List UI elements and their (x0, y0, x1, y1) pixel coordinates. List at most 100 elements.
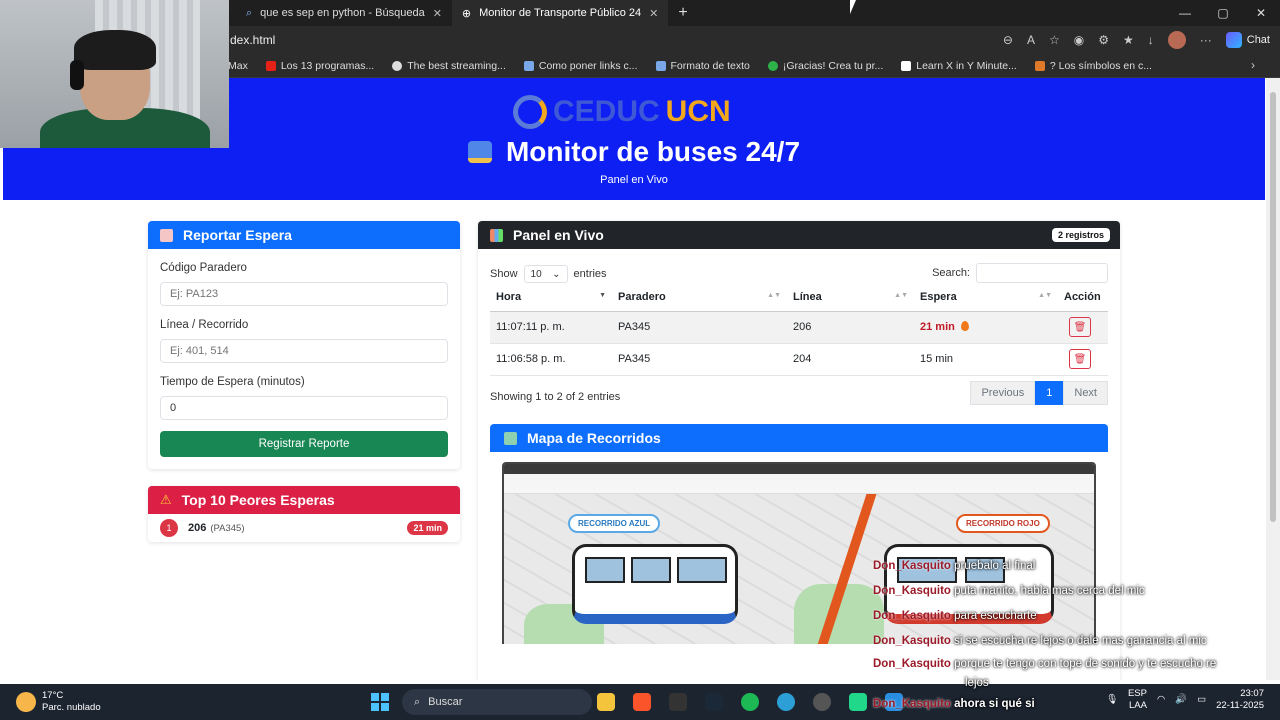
extension-icon[interactable]: ◉ (1074, 33, 1084, 47)
logo-ceduc: CEDUC (553, 95, 660, 128)
tab-search[interactable]: ⌕ que es sep en python - Búsqueda ✕ (236, 0, 452, 26)
chat-user: Don_Kasquito (873, 585, 951, 597)
profile-avatar[interactable] (1167, 31, 1186, 49)
column-header-hora[interactable]: Hora ▼ (490, 283, 612, 312)
sort-icon: ▲▼ (767, 292, 781, 299)
close-window-button[interactable]: ✕ (1242, 0, 1280, 26)
spotify-icon[interactable] (741, 693, 759, 711)
file-explorer-icon[interactable] (597, 693, 615, 711)
column-header-espera[interactable]: Espera ▲▼ (914, 283, 1058, 312)
previous-button[interactable]: Previous (970, 381, 1036, 405)
page-1-button[interactable]: 1 (1035, 381, 1064, 405)
bookmark-item[interactable]: Max (228, 60, 248, 72)
bus-window (677, 557, 727, 583)
favorites-icon[interactable]: ★ (1123, 33, 1134, 47)
submit-report-button[interactable]: Registrar Reporte (160, 431, 448, 457)
entries-label: entries (573, 268, 607, 280)
bookmark-item[interactable]: Learn X in Y Minute... (901, 60, 1017, 72)
bookmark-item[interactable]: ¡Gracias! Crea tu pr... (767, 60, 883, 72)
page-length-select[interactable]: 10 ⌄ (523, 265, 568, 283)
datatable-controls: Show 10 ⌄ entries Search: (490, 263, 1108, 283)
new-tab-button[interactable]: + (668, 4, 697, 22)
minimize-button[interactable]: — (1166, 0, 1204, 26)
obs-icon[interactable] (813, 693, 831, 711)
read-aloud-icon[interactable]: A (1027, 33, 1035, 47)
cell-accion: 🗑 (1058, 311, 1108, 344)
delete-button[interactable]: 🗑 (1069, 317, 1091, 337)
site-icon (767, 60, 778, 71)
line-input[interactable] (160, 339, 448, 363)
chat-user: Don_Kasquito (873, 635, 951, 647)
close-tab-icon[interactable]: ✕ (649, 7, 658, 20)
pycharm-icon[interactable] (849, 693, 867, 711)
table-header-row: Hora ▼ Paradero ▲▼ Línea ▲▼ Espera ▲▼ Acción (490, 283, 1108, 312)
site-icon (1034, 60, 1045, 71)
cell-paradero: PA345 (612, 311, 787, 344)
bookmark-item[interactable]: Como poner links c... (523, 60, 638, 72)
next-button[interactable]: Next (1063, 381, 1108, 405)
map-image-addressbar (504, 474, 1094, 494)
chat-text: si se escucha re lejos o dale mas gananc… (954, 635, 1207, 647)
top10-header: ⚠ Top 10 Peores Esperas (148, 486, 460, 514)
chat-message: Don_Kasquito puta manito, habla mas cerc… (873, 579, 1273, 604)
report-form: Código Paradero Línea / Recorrido Tiempo… (148, 262, 460, 457)
taskbar-search-label: Buscar (428, 696, 463, 708)
list-item: 1 206 (PA345) 21 min (148, 514, 460, 542)
bookmark-item[interactable]: Los 13 programas... (265, 60, 374, 72)
temperature: 17°C (42, 690, 64, 701)
stop-code-input[interactable] (160, 282, 448, 306)
maximize-button[interactable]: ▢ (1204, 0, 1242, 26)
scrollbar-thumb[interactable] (1270, 92, 1276, 522)
epic-games-icon[interactable] (669, 693, 687, 711)
column-header-linea[interactable]: Línea ▲▼ (787, 283, 914, 312)
search-icon: ⌕ (246, 6, 253, 19)
chat-message: Don_Kasquito ahora si qué si (873, 692, 1273, 717)
edge-icon[interactable] (777, 693, 795, 711)
bookmark-item[interactable]: The best streaming... (392, 60, 506, 72)
zoom-icon[interactable]: ⊖ (1003, 33, 1013, 47)
blue-bus-illustration (572, 544, 738, 624)
mouse-cursor-icon (850, 0, 856, 14)
table-info: Showing 1 to 2 of 2 entries (490, 391, 621, 403)
tab-monitor[interactable]: ⊕ Monitor de Transporte Público 24 ✕ (451, 0, 669, 26)
brave-icon[interactable] (633, 693, 651, 711)
cell-hora: 11:07:11 p. m. (490, 311, 612, 344)
close-tab-icon[interactable]: ✕ (433, 7, 442, 20)
bookmark-item[interactable]: Formato de texto (655, 60, 750, 72)
taskbar-search[interactable]: ⌕ Buscar (402, 689, 592, 715)
extensions-icon[interactable]: ⚙ (1098, 33, 1109, 47)
cell-espera: 21 min (914, 311, 1058, 344)
copilot-icon (1225, 32, 1242, 48)
url-field[interactable]: dex.html (230, 33, 275, 47)
wait-time-input[interactable] (160, 396, 448, 420)
bus-window (631, 557, 671, 583)
weather-text: 17°C Parc. nublado (42, 690, 101, 714)
more-icon[interactable]: ··· (1200, 33, 1212, 47)
search-input[interactable] (976, 263, 1108, 283)
chat-user: Don_Kasquito (873, 698, 951, 710)
chat-text: puta manito, habla mas cerca del mic (954, 585, 1145, 597)
bookmark-item[interactable]: ? Los símbolos en c... (1034, 60, 1152, 72)
chevron-right-icon[interactable]: › (1251, 58, 1255, 72)
bookmark-label: Max (228, 59, 248, 72)
chevron-down-icon: ⌄ (552, 268, 561, 280)
weather-condition: Parc. nublado (42, 702, 101, 713)
weather-widget[interactable]: 17°C Parc. nublado (16, 690, 101, 714)
windows-start-icon[interactable] (371, 693, 389, 711)
column-header-paradero[interactable]: Paradero ▲▼ (612, 283, 787, 312)
delete-button[interactable]: 🗑 (1069, 349, 1091, 369)
chart-icon (490, 228, 503, 242)
copilot-chat-button[interactable]: Chat (1225, 32, 1270, 48)
tab-label: que es sep en python - Búsqueda (260, 7, 425, 19)
show-label: Show (490, 268, 518, 280)
tab-label: Monitor de Transporte Público 24 (479, 7, 642, 19)
chat-text: porque te tengo con tope de sonido y te … (954, 658, 1217, 670)
ceduc-ucn-logo: CEDUC UCN (513, 92, 763, 132)
top10-card: ⚠ Top 10 Peores Esperas 1 206 (PA345) 21… (148, 486, 460, 542)
download-icon[interactable]: ↓ (1148, 33, 1154, 47)
live-panel-title: Panel en Vivo (513, 227, 604, 243)
steam-icon[interactable] (705, 693, 723, 711)
favorite-icon[interactable]: ☆ (1049, 33, 1060, 47)
bookmark-label: Learn X in Y Minute... (916, 59, 1017, 72)
page-length: Show 10 ⌄ entries (490, 265, 607, 283)
